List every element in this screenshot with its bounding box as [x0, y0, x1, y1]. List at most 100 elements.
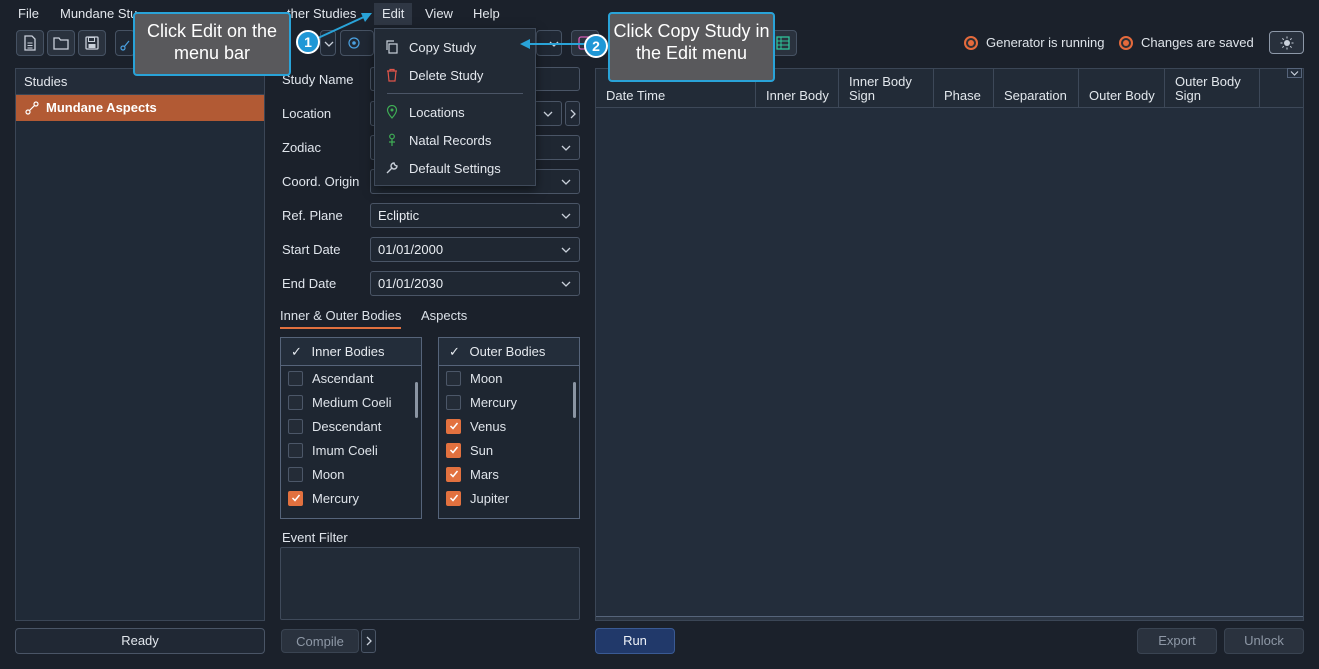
- scrollbar-thumb[interactable]: [415, 382, 418, 418]
- tab-aspects[interactable]: Aspects: [421, 308, 467, 323]
- save-status: Changes are saved: [1119, 35, 1254, 50]
- col-separation[interactable]: Separation: [1004, 69, 1067, 107]
- start-date-picker[interactable]: 01/01/2000: [370, 237, 580, 262]
- checkbox[interactable]: [288, 418, 303, 434]
- outer-row[interactable]: Mars: [439, 462, 579, 486]
- compile-options-button[interactable]: [361, 629, 376, 653]
- checkbox[interactable]: [446, 370, 461, 386]
- inner-row[interactable]: Mercury: [281, 486, 421, 510]
- chevron-down-icon: [1290, 71, 1299, 76]
- checkbox[interactable]: [288, 370, 303, 386]
- menu-other-studies[interactable]: ther Studies: [287, 6, 356, 24]
- chevron-down-icon: [543, 111, 553, 117]
- checkbox[interactable]: [446, 418, 461, 434]
- open-folder-button[interactable]: [47, 30, 75, 56]
- menu-item-copy-study[interactable]: Copy Study: [375, 34, 535, 60]
- event-filter-input[interactable]: [280, 547, 580, 620]
- inner-bodies-header[interactable]: ✓ Inner Bodies: [281, 338, 421, 366]
- menu-view[interactable]: View: [425, 6, 453, 24]
- col-phase[interactable]: Phase: [944, 69, 981, 107]
- ref-plane-label: Ref. Plane: [282, 208, 343, 223]
- end-date-picker[interactable]: 01/01/2030: [370, 271, 580, 296]
- status-dot-icon: [964, 35, 978, 50]
- chevron-right-icon: [366, 636, 372, 646]
- column-menu-button[interactable]: [1287, 68, 1302, 78]
- checkbox[interactable]: [288, 394, 303, 410]
- scrollbar-thumb[interactable]: [573, 382, 576, 418]
- outer-row[interactable]: Mercury: [439, 390, 579, 414]
- checkbox[interactable]: [288, 490, 303, 506]
- study-name-label: Study Name: [282, 72, 354, 87]
- save-button[interactable]: [78, 30, 106, 56]
- menu-item-delete-study[interactable]: Delete Study: [375, 62, 535, 88]
- check-icon: ✓: [291, 344, 302, 359]
- ready-button[interactable]: Ready: [15, 628, 265, 654]
- ref-plane-value: Ecliptic: [378, 208, 420, 223]
- tab-inner-outer-bodies[interactable]: Inner & Outer Bodies: [280, 308, 402, 329]
- outer-row[interactable]: Moon: [439, 366, 579, 390]
- outer-label: Moon: [470, 370, 503, 386]
- menu-edit[interactable]: Edit: [374, 3, 413, 25]
- checkbox[interactable]: [446, 394, 461, 410]
- callout-step-1: Click Edit on the menu bar: [133, 12, 291, 76]
- checkbox[interactable]: [446, 442, 461, 458]
- unlock-button[interactable]: Unlock: [1224, 628, 1304, 654]
- col-outer-body[interactable]: Outer Body: [1089, 69, 1155, 107]
- outer-row[interactable]: Venus: [439, 414, 579, 438]
- combo-chevron[interactable]: [320, 30, 336, 56]
- checkbox[interactable]: [446, 490, 461, 506]
- aspect-icon: [25, 101, 39, 115]
- zodiac-label: Zodiac: [282, 140, 322, 155]
- location-next-button[interactable]: [565, 101, 580, 126]
- status-dot-icon: [1119, 35, 1133, 50]
- inner-row[interactable]: Moon: [281, 462, 421, 486]
- outer-row[interactable]: Sun: [439, 438, 579, 462]
- aspect-icon: [120, 40, 130, 51]
- col-inner-body[interactable]: Inner Body: [766, 69, 829, 107]
- new-file-button[interactable]: [16, 30, 44, 56]
- outer-label: Mercury: [470, 394, 517, 410]
- outer-row[interactable]: Jupiter: [439, 486, 579, 510]
- chevron-down-icon: [561, 145, 571, 151]
- options-combo[interactable]: [536, 30, 562, 56]
- edit-menu-dropdown: Copy Study Delete Study Locations Natal …: [374, 28, 536, 186]
- checkbox[interactable]: [288, 442, 303, 458]
- chevron-down-icon: [324, 41, 334, 47]
- outer-label: Venus: [470, 418, 507, 434]
- inner-row[interactable]: Ascendant: [281, 366, 421, 390]
- inner-row[interactable]: Descendant: [281, 414, 421, 438]
- inner-label: Mercury: [312, 490, 359, 506]
- ref-plane-combo[interactable]: Ecliptic: [370, 203, 580, 228]
- chevron-down-icon: [561, 213, 571, 219]
- study-type-combo[interactable]: [115, 30, 135, 56]
- coord-combo[interactable]: [340, 30, 374, 56]
- trash-icon: [387, 68, 397, 82]
- run-button[interactable]: Run: [595, 628, 675, 654]
- inner-row[interactable]: Imum Coeli: [281, 438, 421, 462]
- menu-file[interactable]: File: [18, 6, 39, 24]
- end-date-value: 01/01/2030: [378, 276, 444, 291]
- new-file-icon: [24, 35, 36, 51]
- inner-bodies-list: ✓ Inner Bodies Ascendant Medium Coeli Desc…: [280, 337, 422, 519]
- menu-item-locations[interactable]: Locations: [375, 99, 535, 125]
- export-button[interactable]: Export: [1137, 628, 1217, 654]
- col-inner-body-sign[interactable]: Inner Body Sign: [849, 69, 929, 107]
- menu-item-default-settings[interactable]: Default Settings: [375, 155, 535, 181]
- checkbox[interactable]: [446, 466, 461, 482]
- inner-label: Ascendant: [312, 370, 374, 386]
- checkbox[interactable]: [288, 466, 303, 482]
- sun-icon: [1280, 36, 1293, 49]
- outer-bodies-header[interactable]: ✓ Outer Bodies: [439, 338, 579, 366]
- menu-help[interactable]: Help: [473, 6, 500, 24]
- checkmark-icon: [449, 422, 458, 430]
- chevron-down-icon: [561, 179, 571, 185]
- menu-mundane-studies[interactable]: Mundane Stu: [60, 6, 137, 24]
- study-item-mundane-aspects[interactable]: Mundane Aspects: [16, 95, 264, 121]
- compile-button[interactable]: Compile: [281, 629, 359, 653]
- menu-item-natal-records[interactable]: Natal Records: [375, 127, 535, 153]
- inner-row[interactable]: Medium Coeli: [281, 390, 421, 414]
- theme-toggle-button[interactable]: [1269, 31, 1304, 54]
- col-outer-body-sign[interactable]: Outer Body Sign: [1175, 69, 1255, 107]
- chevron-down-icon: [561, 247, 571, 253]
- chevron-down-icon: [549, 41, 559, 47]
